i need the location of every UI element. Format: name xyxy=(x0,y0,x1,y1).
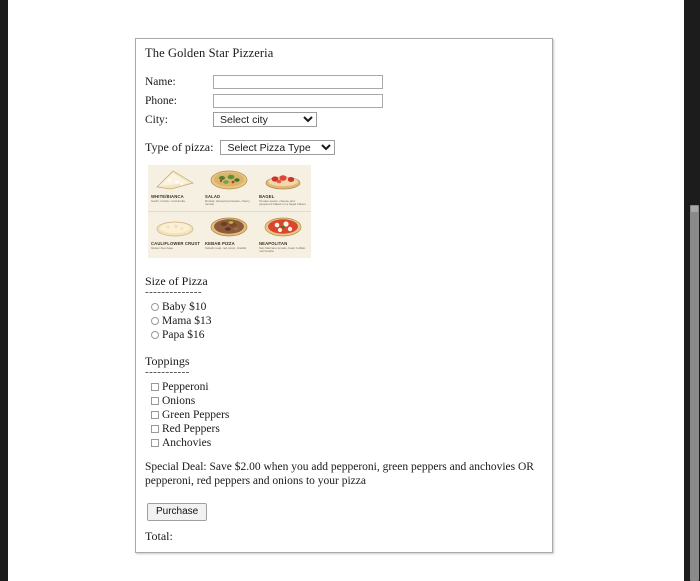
pizza-styles-image: WHITE/BIANCA Garlic, ricotta, mozzarella xyxy=(148,165,311,258)
white-pizza-slice-icon xyxy=(156,170,194,190)
size-option-papa[interactable]: Papa $16 xyxy=(145,328,543,342)
page-title: The Golden Star Pizzeria xyxy=(145,46,274,60)
purchase-button[interactable]: Purchase xyxy=(147,503,208,521)
topping-option-red-peppers[interactable]: Red Peppers xyxy=(145,422,543,436)
neapolitan-pizza-icon xyxy=(264,217,302,237)
checkbox-icon[interactable] xyxy=(151,411,159,419)
vertical-scrollbar-thumb-cap[interactable] xyxy=(691,206,698,212)
size-option-label: Mama $13 xyxy=(162,314,212,327)
toppings-section-rule: ----------- xyxy=(145,366,190,378)
radio-icon[interactable] xyxy=(151,331,159,339)
poster-item-white-bianca: WHITE/BIANCA Garlic, ricotta, mozzarella xyxy=(148,165,202,211)
total-label: Total: xyxy=(145,529,173,543)
browser-left-edge-bar xyxy=(0,0,8,581)
poster-item-subtitle: Rocket, shaved parmesan, cherry tomato xyxy=(205,199,250,207)
pizza-order-form-panel: The Golden Star Pizzeria Name: Phone: Ci… xyxy=(135,38,553,553)
radio-icon[interactable] xyxy=(151,303,159,311)
size-section-heading: Size of Pizza xyxy=(145,274,208,288)
contact-fields-group: Name: Phone: City: Select city xyxy=(145,73,543,128)
topping-option-anchovies[interactable]: Anchovies xyxy=(145,436,543,450)
name-field-row: Name: xyxy=(145,73,543,90)
poster-item-subtitle: San Marzano tomato, basil, buffalo mozza… xyxy=(259,246,306,254)
pizza-type-select[interactable]: Select Pizza Type xyxy=(220,140,336,155)
poster-item-kebab-pizza: KEBAB PIZZA Kebab meat, red onion, tzatz… xyxy=(202,212,256,258)
page-canvas: The Golden Star Pizzeria Name: Phone: Ci… xyxy=(8,0,684,581)
topping-option-onions[interactable]: Onions xyxy=(145,394,543,408)
size-option-label: Papa $16 xyxy=(162,328,205,341)
toppings-section-heading: Toppings xyxy=(145,354,190,368)
poster-item-subtitle: Garlic, ricotta, mozzarella xyxy=(151,199,185,203)
total-row: Total: xyxy=(145,529,173,544)
topping-option-label: Red Peppers xyxy=(162,422,220,435)
checkbox-icon[interactable] xyxy=(151,425,159,433)
size-option-label: Baby $10 xyxy=(162,300,207,313)
radio-icon[interactable] xyxy=(151,317,159,325)
salad-pizza-icon xyxy=(210,170,248,190)
city-field-row: City: Select city xyxy=(145,111,543,128)
pizza-type-label: Type of pizza: xyxy=(145,140,214,154)
vertical-scrollbar-thumb[interactable] xyxy=(690,205,699,581)
special-deal-text: Special Deal: Save $2.00 when you add pe… xyxy=(145,461,534,487)
toppings-group: Toppings ----------- Pepperoni Onions Gr… xyxy=(145,354,543,450)
topping-option-pepperoni[interactable]: Pepperoni xyxy=(145,380,543,394)
size-option-mama[interactable]: Mama $13 xyxy=(145,314,543,328)
city-select[interactable]: Select city xyxy=(213,112,317,127)
city-field-label: City: xyxy=(145,113,169,126)
topping-option-label: Green Peppers xyxy=(162,408,230,421)
size-option-baby[interactable]: Baby $10 xyxy=(145,300,543,314)
poster-item-salad: SALAD Rocket, shaved parmesan, cherry to… xyxy=(202,165,256,211)
poster-item-bagel: BAGEL Tomato sauce, cheese and pepperoni… xyxy=(256,165,310,211)
size-of-pizza-group: Size of Pizza -------------- Baby $10 Ma… xyxy=(145,274,543,342)
size-section-rule: -------------- xyxy=(145,286,202,298)
kebab-pizza-icon xyxy=(210,217,248,237)
phone-field-row: Phone: xyxy=(145,92,543,109)
poster-item-neapolitan: NEAPOLITAN San Marzano tomato, basil, bu… xyxy=(256,212,310,258)
topping-option-label: Onions xyxy=(162,394,196,407)
topping-option-green-peppers[interactable]: Green Peppers xyxy=(145,408,543,422)
poster-item-subtitle: Tomato sauce, cheese and pepperoni baked… xyxy=(259,199,306,207)
checkbox-icon[interactable] xyxy=(151,397,159,405)
name-field-label: Name: xyxy=(145,75,176,88)
checkbox-icon[interactable] xyxy=(151,383,159,391)
pizza-type-row: Type of pizza: Select Pizza Type xyxy=(145,139,543,156)
cauliflower-crust-pizza-icon xyxy=(156,221,194,237)
phone-field-label: Phone: xyxy=(145,94,177,107)
topping-option-label: Pepperoni xyxy=(162,380,209,393)
topping-option-label: Anchovies xyxy=(162,436,212,449)
poster-item-cauliflower-crust: CAULIFLOWER CRUST Gluten free base xyxy=(148,212,202,258)
poster-row-top: WHITE/BIANCA Garlic, ricotta, mozzarella xyxy=(148,165,311,211)
name-input[interactable] xyxy=(213,74,383,89)
checkbox-icon[interactable] xyxy=(151,439,159,447)
poster-item-subtitle: Gluten free base xyxy=(151,246,174,250)
poster-row-bottom: CAULIFLOWER CRUST Gluten free base KEBAB… xyxy=(148,212,311,258)
poster-item-subtitle: Kebab meat, red onion, tzatziki xyxy=(205,246,247,250)
vertical-scrollbar-track[interactable] xyxy=(688,0,700,581)
phone-input[interactable] xyxy=(213,93,383,108)
bagel-pizza-icon xyxy=(265,175,301,190)
